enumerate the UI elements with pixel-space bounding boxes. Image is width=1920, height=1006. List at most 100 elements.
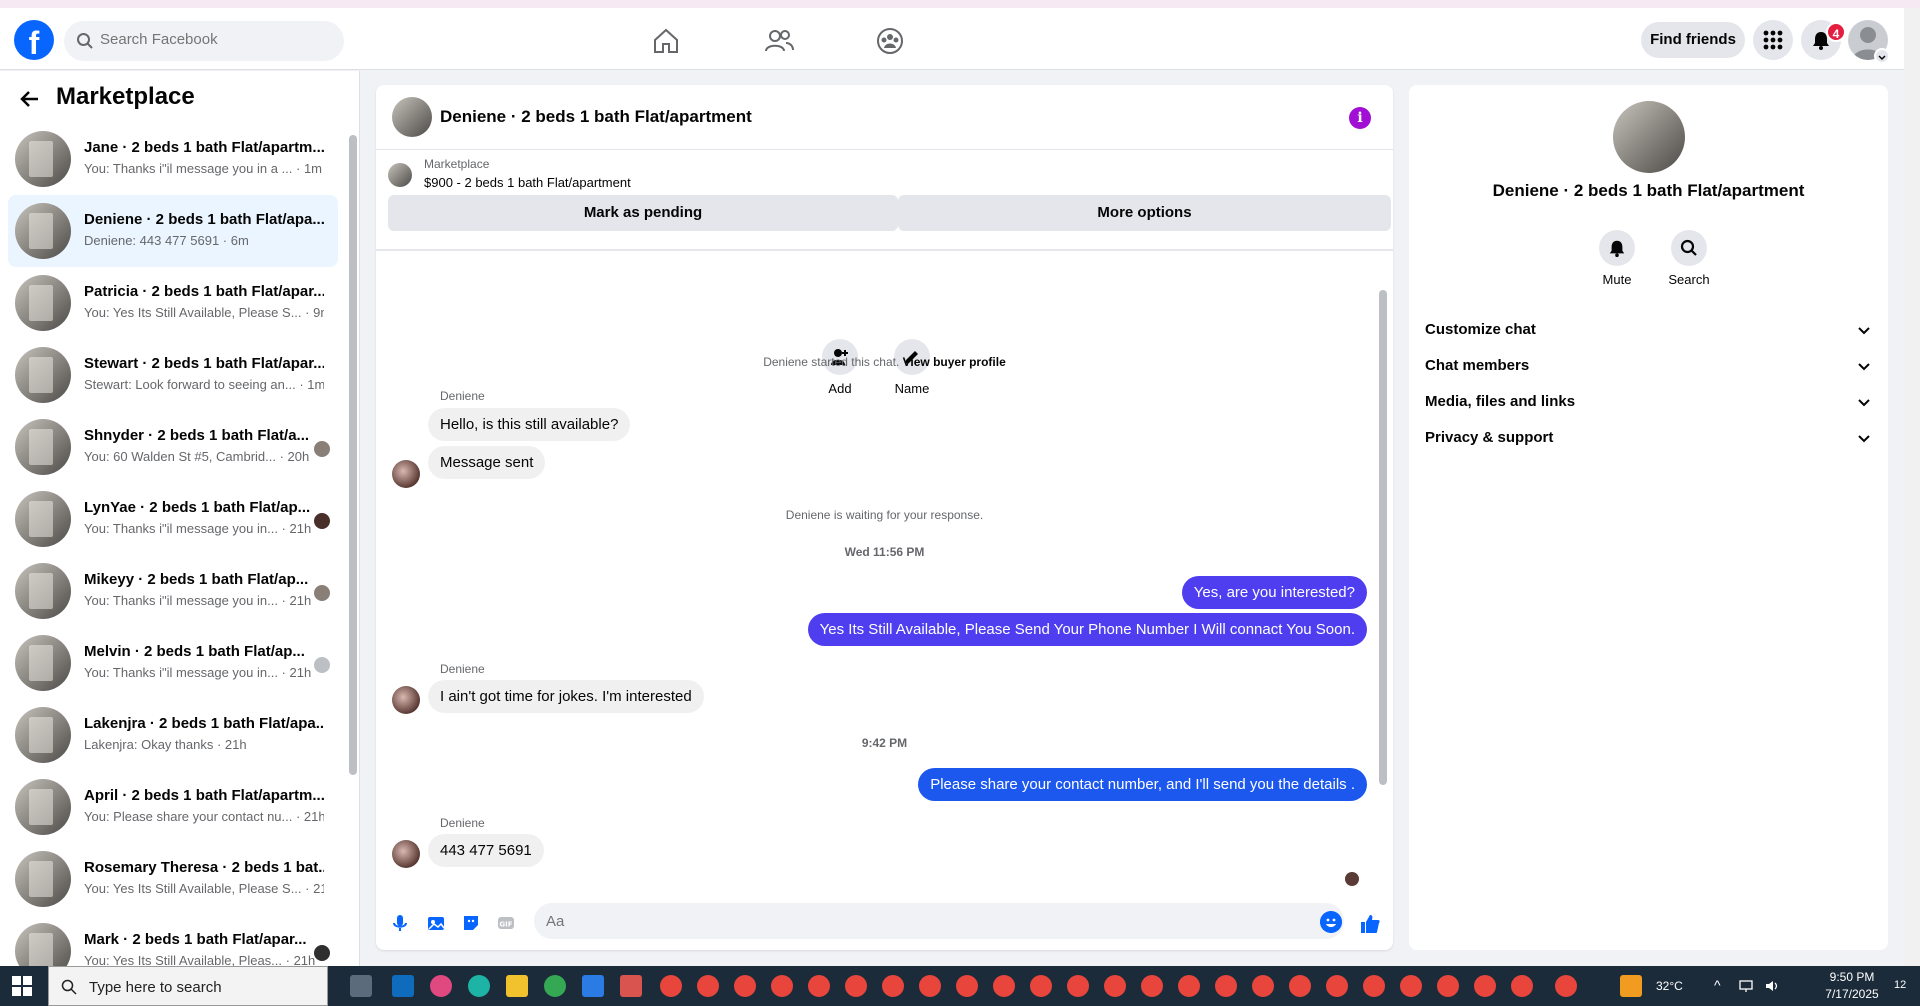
conversation-item[interactable]: LynYae · 2 beds 1 bath Flat/ap... You: Th… xyxy=(8,483,338,555)
more-options-button[interactable]: More options xyxy=(898,195,1391,231)
back-arrow-icon[interactable] xyxy=(18,87,42,111)
chrome-icon[interactable] xyxy=(808,975,830,997)
taskbar-clock[interactable]: 9:50 PM 7/17/2025 xyxy=(1812,969,1892,1003)
chrome-icon[interactable] xyxy=(1030,975,1052,997)
privacy-support-section[interactable]: Privacy & support xyxy=(1425,420,1872,456)
chat-avatar[interactable] xyxy=(392,97,432,137)
listing-avatar xyxy=(15,635,71,691)
account-chevron[interactable] xyxy=(1874,48,1890,64)
copilot-icon[interactable] xyxy=(430,975,452,997)
speaker-icon[interactable] xyxy=(1764,978,1780,994)
chrome-icon[interactable] xyxy=(845,975,867,997)
facebook-logo[interactable]: f xyxy=(14,20,54,60)
conversation-item[interactable]: Lakenjra · 2 beds 1 bath Flat/apa... Lake… xyxy=(8,699,338,771)
conversation-item[interactable]: Jane · 2 beds 1 bath Flat/apartm... You: … xyxy=(8,123,338,195)
incoming-message[interactable]: 443 477 5691 xyxy=(428,834,544,867)
weather-icon[interactable] xyxy=(1620,975,1642,997)
incoming-message[interactable]: Hello, is this still available? xyxy=(428,408,631,441)
photo-icon[interactable] xyxy=(426,913,446,933)
microphone-icon[interactable] xyxy=(390,913,410,933)
chrome-icon[interactable] xyxy=(1141,975,1163,997)
sender-avatar[interactable] xyxy=(392,686,420,714)
conversation-item[interactable]: Shnyder · 2 beds 1 bath Flat/a... You: 60… xyxy=(8,411,338,483)
info-icon[interactable]: i xyxy=(1349,107,1371,129)
mark-as-pending-button[interactable]: Mark as pending xyxy=(388,195,898,231)
network-icon[interactable] xyxy=(1738,978,1754,994)
conversation-item[interactable]: Patricia · 2 beds 1 bath Flat/apar... You… xyxy=(8,267,338,339)
listing-price[interactable]: $900 - 2 beds 1 bath Flat/apartment xyxy=(424,175,631,190)
thumbs-up-icon[interactable] xyxy=(1359,913,1381,935)
listing-avatar xyxy=(15,131,71,187)
customize-chat-section[interactable]: Customize chat xyxy=(1425,312,1872,348)
search-input[interactable] xyxy=(100,31,330,48)
chrome-icon[interactable] xyxy=(1363,975,1385,997)
notification-count[interactable]: 12 xyxy=(1894,979,1906,991)
outlook-icon[interactable] xyxy=(392,975,414,997)
chrome-icon[interactable] xyxy=(882,975,904,997)
chrome-icon[interactable] xyxy=(734,975,756,997)
conversation-item[interactable]: Stewart · 2 beds 1 bath Flat/apar... Stew… xyxy=(8,339,338,411)
chrome-icon[interactable] xyxy=(1400,975,1422,997)
sticker-icon[interactable] xyxy=(461,913,481,933)
menu-button[interactable] xyxy=(1753,20,1793,60)
incoming-message[interactable]: I ain't got time for jokes. I'm interest… xyxy=(428,680,704,713)
outgoing-message[interactable]: Yes Its Still Available, Please Send You… xyxy=(807,613,1367,646)
page-scrollbar[interactable] xyxy=(1904,8,1920,966)
outgoing-message[interactable]: Yes, are you interested? xyxy=(1181,576,1367,609)
mute-action[interactable]: Mute xyxy=(1587,230,1647,287)
chrome-icon[interactable] xyxy=(1474,975,1496,997)
conversation-item[interactable]: Melvin · 2 beds 1 bath Flat/ap... You: Th… xyxy=(8,627,338,699)
conversation-item-active[interactable]: Deniene · 2 beds 1 bath Flat/apa... Denie… xyxy=(8,195,338,267)
gif-icon[interactable]: GIF xyxy=(496,913,516,933)
conversation-item[interactable]: Mikeyy · 2 beds 1 bath Flat/ap... You: Th… xyxy=(8,555,338,627)
task-view-icon[interactable] xyxy=(350,975,372,997)
chrome-icon[interactable] xyxy=(1326,975,1348,997)
app-icon[interactable] xyxy=(620,975,642,997)
conversation-item[interactable]: Rosemary Theresa · 2 beds 1 bat... You: Y… xyxy=(8,843,338,915)
windows-start-icon[interactable] xyxy=(12,976,32,996)
chrome-icon[interactable] xyxy=(660,975,682,997)
chrome-icon[interactable] xyxy=(956,975,978,997)
chrome-icon[interactable] xyxy=(1252,975,1274,997)
sender-avatar[interactable] xyxy=(392,840,420,868)
find-friends-button[interactable]: Find friends xyxy=(1641,22,1745,58)
friends-icon[interactable] xyxy=(764,26,794,56)
chrome-icon[interactable] xyxy=(993,975,1015,997)
chat-title[interactable]: Deniene · 2 beds 1 bath Flat/apartment xyxy=(440,107,752,127)
store-icon[interactable] xyxy=(582,975,604,997)
listing-thumbnail[interactable] xyxy=(388,163,412,187)
edge-icon[interactable] xyxy=(468,975,490,997)
view-buyer-profile-link[interactable]: View buyer profile xyxy=(903,355,1006,369)
chrome-icon[interactable] xyxy=(1437,975,1459,997)
sidebar-scrollbar[interactable] xyxy=(349,135,357,775)
file-explorer-icon[interactable] xyxy=(506,975,528,997)
chat-members-section[interactable]: Chat members xyxy=(1425,348,1872,384)
chrome-icon[interactable] xyxy=(1511,975,1533,997)
chrome-icon[interactable] xyxy=(1178,975,1200,997)
chrome-icon[interactable] xyxy=(544,975,566,997)
chrome-icon[interactable] xyxy=(1289,975,1311,997)
message-input[interactable] xyxy=(534,903,1344,939)
chrome-icon[interactable] xyxy=(697,975,719,997)
chrome-icon[interactable] xyxy=(771,975,793,997)
incoming-message[interactable]: Message sent xyxy=(428,446,546,479)
chevron-up-icon[interactable]: ^ xyxy=(1714,977,1721,993)
sender-avatar[interactable] xyxy=(392,460,420,488)
groups-icon[interactable] xyxy=(875,26,905,56)
weather-temperature[interactable]: 32°C xyxy=(1656,979,1683,993)
details-avatar[interactable] xyxy=(1613,101,1685,173)
emoji-icon[interactable] xyxy=(1320,911,1342,933)
chrome-icon[interactable] xyxy=(1067,975,1089,997)
search-facebook-box[interactable] xyxy=(64,21,344,61)
conversation-item[interactable]: April · 2 beds 1 bath Flat/apartm... You:… xyxy=(8,771,338,843)
chrome-icon[interactable] xyxy=(919,975,941,997)
search-action[interactable]: Search xyxy=(1659,230,1719,287)
chrome-icon[interactable] xyxy=(1104,975,1126,997)
messages-scrollbar[interactable] xyxy=(1379,290,1387,785)
taskbar-search[interactable]: Type here to search xyxy=(48,966,328,1006)
chrome-icon[interactable] xyxy=(1215,975,1237,997)
outgoing-message[interactable]: Please share your contact number, and I'… xyxy=(918,768,1367,801)
home-icon[interactable] xyxy=(651,26,681,56)
chrome-icon[interactable] xyxy=(1555,975,1577,997)
media-files-links-section[interactable]: Media, files and links xyxy=(1425,384,1872,420)
